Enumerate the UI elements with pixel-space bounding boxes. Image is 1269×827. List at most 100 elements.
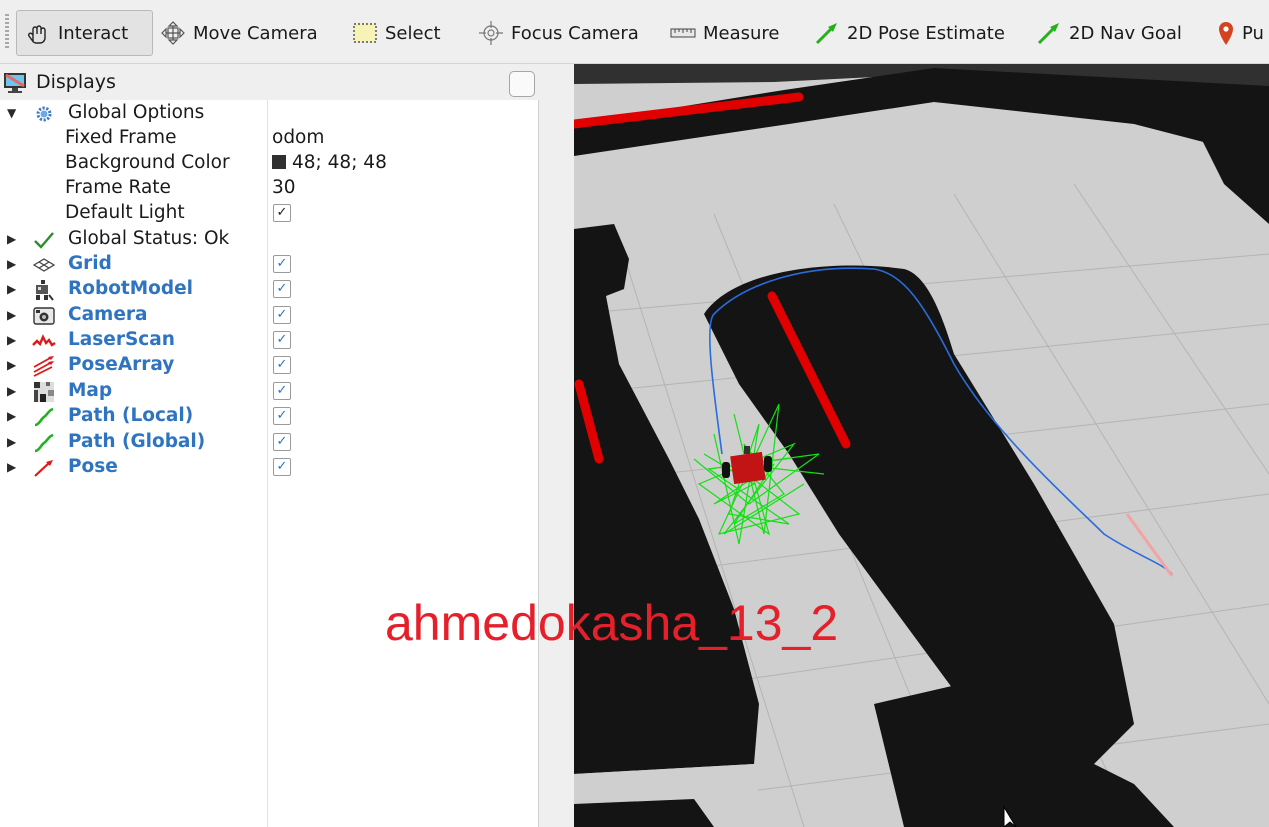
laserscan-checkbox[interactable]: ✓ bbox=[273, 331, 291, 349]
map-label: Map bbox=[68, 380, 113, 401]
map-pin-icon bbox=[1217, 20, 1235, 46]
path-local-checkbox[interactable]: ✓ bbox=[273, 407, 291, 425]
color-swatch bbox=[272, 155, 286, 169]
displays-panel: Displays ▼ Global Options Fixed Frame od… bbox=[0, 64, 540, 827]
path-global-label: Path (Global) bbox=[68, 431, 206, 452]
path-global-checkbox[interactable]: ✓ bbox=[273, 433, 291, 451]
scene-render bbox=[574, 68, 1269, 827]
expand-right-icon[interactable]: ▶ bbox=[7, 232, 16, 246]
select-tool-label: Select bbox=[385, 22, 441, 44]
crosshair-icon bbox=[478, 20, 504, 46]
camera-checkbox[interactable]: ✓ bbox=[273, 306, 291, 324]
displays-tree: ▼ Global Options Fixed Frame odom Backgr… bbox=[0, 100, 539, 827]
select-box-icon bbox=[352, 21, 378, 45]
tree-row-default-light[interactable]: Default Light ✓ bbox=[0, 201, 538, 226]
tree-row-pose[interactable]: ▶ Pose ✓ bbox=[0, 455, 538, 480]
move-camera-tool-label: Move Camera bbox=[193, 22, 318, 44]
expand-down-icon[interactable]: ▼ bbox=[7, 106, 16, 120]
panel-float-button[interactable] bbox=[509, 71, 535, 97]
expand-right-icon[interactable]: ▶ bbox=[7, 460, 16, 474]
tree-row-path-local[interactable]: ▶ Path (Local) ✓ bbox=[0, 404, 538, 429]
fixed-frame-label: Fixed Frame bbox=[65, 127, 177, 148]
tree-row-global-status[interactable]: ▶ Global Status: Ok bbox=[0, 227, 538, 252]
path-icon bbox=[32, 406, 56, 428]
tool-bar: Interact Move Camera Select Focus Camera… bbox=[0, 0, 1269, 64]
render-viewport[interactable] bbox=[574, 64, 1269, 827]
expand-right-icon[interactable]: ▶ bbox=[7, 257, 16, 271]
posearray-checkbox[interactable]: ✓ bbox=[273, 356, 291, 374]
tree-row-global-options[interactable]: ▼ Global Options bbox=[0, 101, 538, 126]
move-camera-tool-button[interactable]: Move Camera bbox=[160, 10, 318, 56]
global-options-label: Global Options bbox=[68, 102, 205, 123]
map-checkbox[interactable]: ✓ bbox=[273, 382, 291, 400]
map-icon bbox=[32, 381, 56, 403]
background-color-value[interactable]: 48; 48; 48 bbox=[272, 152, 387, 173]
gear-icon bbox=[32, 103, 56, 125]
panel-splitter[interactable] bbox=[540, 64, 574, 827]
measure-tool-label: Measure bbox=[703, 22, 780, 44]
tree-row-path-global[interactable]: ▶ Path (Global) ✓ bbox=[0, 430, 538, 455]
publish-point-tool-label: Pu bbox=[1242, 22, 1264, 44]
expand-right-icon[interactable]: ▶ bbox=[7, 308, 16, 322]
expand-right-icon[interactable]: ▶ bbox=[7, 409, 16, 423]
laserscan-label: LaserScan bbox=[68, 329, 175, 350]
interact-tool-button[interactable]: Interact bbox=[16, 10, 153, 56]
pose-estimate-tool-label: 2D Pose Estimate bbox=[847, 22, 1005, 44]
pose-icon bbox=[32, 457, 56, 479]
expand-right-icon[interactable]: ▶ bbox=[7, 384, 16, 398]
camera-label: Camera bbox=[68, 304, 148, 325]
camera-icon bbox=[32, 305, 56, 327]
expand-right-icon[interactable]: ▶ bbox=[7, 333, 16, 347]
pose-checkbox[interactable]: ✓ bbox=[273, 458, 291, 476]
tree-row-map[interactable]: ▶ Map ✓ bbox=[0, 379, 538, 404]
tree-row-fixed-frame[interactable]: Fixed Frame odom bbox=[0, 126, 538, 151]
green-arrow-icon bbox=[814, 20, 840, 46]
tree-row-posearray[interactable]: ▶ PoseArray ✓ bbox=[0, 353, 538, 378]
green-arrow-icon bbox=[1036, 20, 1062, 46]
measure-tool-button[interactable]: Measure bbox=[670, 10, 780, 56]
move-arrows-icon bbox=[160, 20, 186, 46]
monitor-icon bbox=[3, 71, 27, 100]
expand-right-icon[interactable]: ▶ bbox=[7, 282, 16, 296]
default-light-checkbox[interactable]: ✓ bbox=[273, 204, 291, 222]
check-ok-icon bbox=[32, 229, 56, 251]
tree-row-grid[interactable]: ▶ Grid ✓ bbox=[0, 252, 538, 277]
grid-icon bbox=[32, 254, 56, 276]
displays-panel-header: Displays bbox=[0, 66, 540, 100]
background-color-label: Background Color bbox=[65, 152, 230, 173]
path-local-label: Path (Local) bbox=[68, 405, 194, 426]
path-icon bbox=[32, 432, 56, 454]
robot-icon bbox=[32, 279, 56, 301]
focus-camera-tool-label: Focus Camera bbox=[511, 22, 639, 44]
background-color-text: 48; 48; 48 bbox=[292, 152, 387, 173]
global-status-label: Global Status: Ok bbox=[68, 228, 230, 249]
grid-checkbox[interactable]: ✓ bbox=[273, 255, 291, 273]
displays-panel-title: Displays bbox=[36, 71, 116, 93]
tree-row-frame-rate[interactable]: Frame Rate 30 bbox=[0, 176, 538, 201]
posearray-label: PoseArray bbox=[68, 354, 175, 375]
tree-row-laserscan[interactable]: ▶ LaserScan ✓ bbox=[0, 328, 538, 353]
pose-estimate-tool-button[interactable]: 2D Pose Estimate bbox=[814, 10, 1005, 56]
pose-label: Pose bbox=[68, 456, 118, 477]
tree-row-background-color[interactable]: Background Color 48; 48; 48 bbox=[0, 151, 538, 176]
frame-rate-value[interactable]: 30 bbox=[272, 177, 296, 198]
hand-pointer-icon bbox=[25, 20, 51, 46]
laser-scan-icon bbox=[32, 330, 56, 352]
robotmodel-label: RobotModel bbox=[68, 278, 194, 299]
focus-camera-tool-button[interactable]: Focus Camera bbox=[478, 10, 639, 56]
map-wall-left-lower bbox=[574, 799, 714, 827]
grid-label: Grid bbox=[68, 253, 112, 274]
robotmodel-checkbox[interactable]: ✓ bbox=[273, 280, 291, 298]
nav-goal-tool-button[interactable]: 2D Nav Goal bbox=[1036, 10, 1182, 56]
watermark-text: ahmedokasha_13_2 bbox=[385, 595, 839, 651]
tree-row-robotmodel[interactable]: ▶ RobotModel ✓ bbox=[0, 277, 538, 302]
publish-point-tool-button[interactable]: Pu bbox=[1217, 10, 1264, 56]
interact-tool-label: Interact bbox=[58, 22, 129, 44]
expand-right-icon[interactable]: ▶ bbox=[7, 435, 16, 449]
default-light-label: Default Light bbox=[65, 202, 185, 223]
fixed-frame-value[interactable]: odom bbox=[272, 127, 324, 148]
expand-right-icon[interactable]: ▶ bbox=[7, 358, 16, 372]
tree-row-camera[interactable]: ▶ Camera ✓ bbox=[0, 303, 538, 328]
select-tool-button[interactable]: Select bbox=[352, 10, 441, 56]
toolbar-grip[interactable] bbox=[5, 14, 9, 50]
